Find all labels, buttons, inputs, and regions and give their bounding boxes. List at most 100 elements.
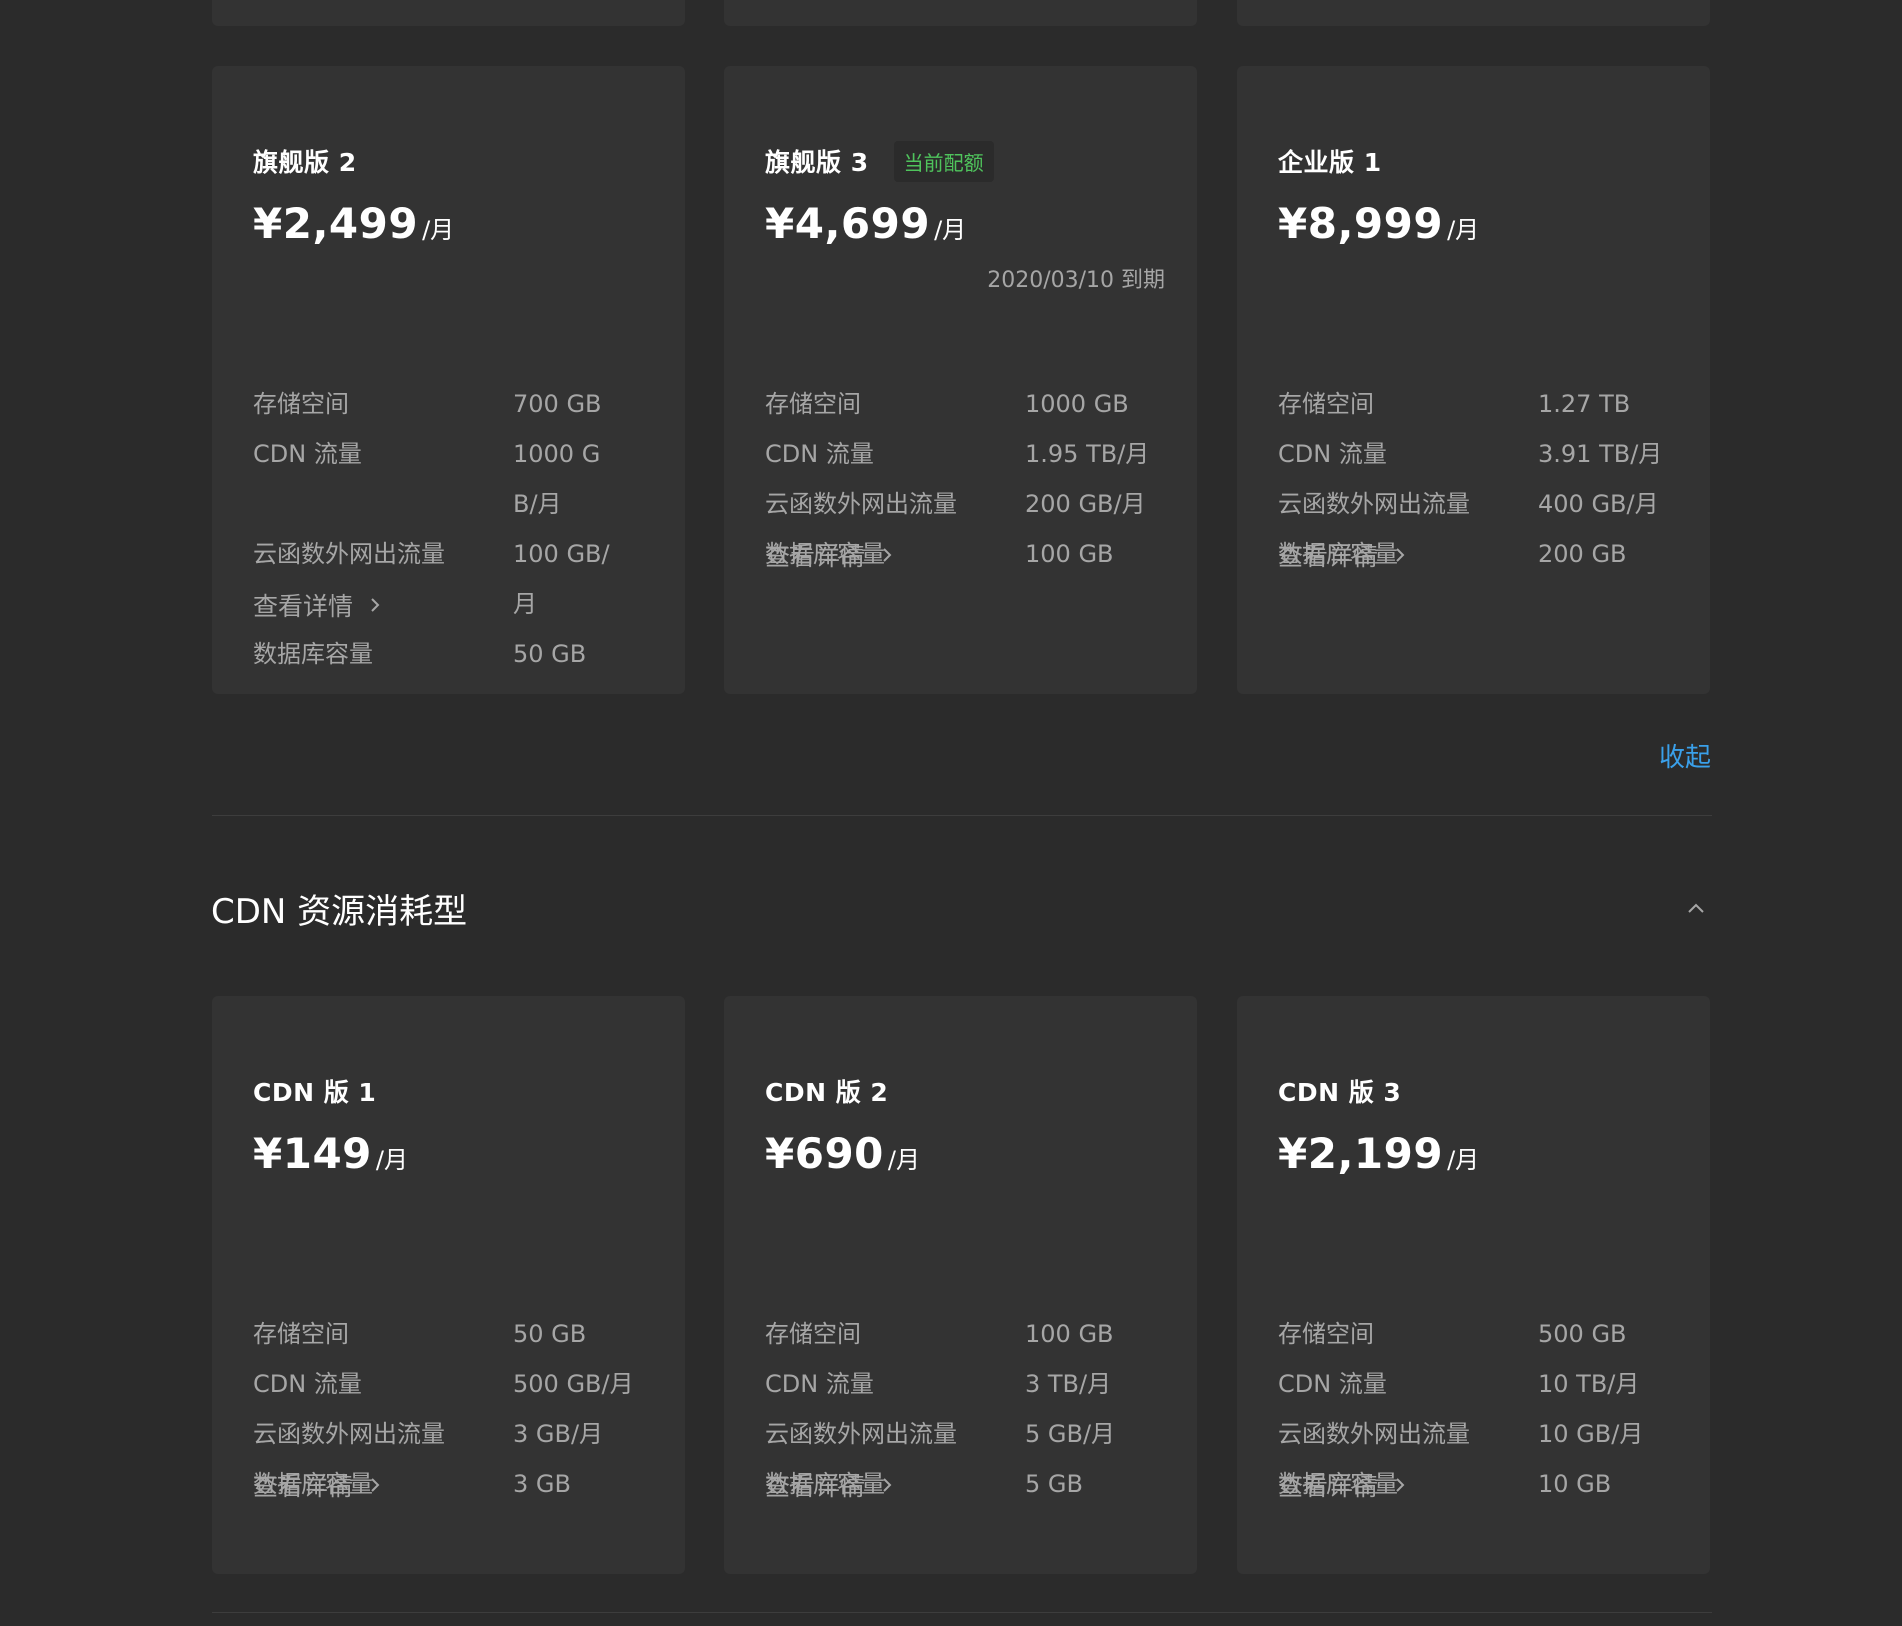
price-unit: /月 <box>934 216 967 244</box>
section-title: CDN 资源消耗型 <box>211 892 468 932</box>
view-details-label: 查看详情 <box>765 1472 866 1501</box>
spec-value: 10 GB <box>1538 1470 1612 1498</box>
price-amount: ¥8,999 <box>1278 199 1444 248</box>
spec-label: 云函数外网出流量 <box>1278 490 1470 518</box>
view-details-link[interactable]: 查看详情 <box>1278 1467 1408 1503</box>
spec-row-egress: 云函数外网出流量 400 GB/月 <box>1278 479 1678 529</box>
plan-price: ¥2,499 /月 <box>253 199 454 248</box>
spec-label: 云函数外网出流量 <box>765 1420 957 1448</box>
price-unit: /月 <box>1447 216 1480 244</box>
spec-label: CDN 流量 <box>253 1370 362 1398</box>
spec-value: 1000 GB <box>1025 390 1129 418</box>
plan-card-header: 企业版 1 <box>1278 141 1382 181</box>
previous-card-3 <box>1237 0 1710 26</box>
chevron-right-icon <box>371 598 380 612</box>
price-amount: ¥149 <box>253 1129 372 1178</box>
plan-card-flagship-2[interactable]: 旗舰版 2 ¥2,499 /月 存储空间 700 GB CDN 流量 1000 … <box>212 66 685 694</box>
spec-label: 存储空间 <box>765 1320 861 1348</box>
expiry-date: 2020/03/10 到期 <box>987 268 1165 293</box>
plan-card-flagship-3[interactable]: 旗舰版 3 当前配额 ¥4,699 /月 2020/03/10 到期 存储空间 … <box>724 66 1197 694</box>
plan-title: CDN 版 1 <box>253 1078 377 1107</box>
spec-value: 3 GB/月 <box>513 1420 604 1448</box>
section-divider <box>212 815 1712 816</box>
plan-card-enterprise-1[interactable]: 企业版 1 ¥8,999 /月 存储空间 1.27 TB CDN 流量 3.91… <box>1237 66 1710 694</box>
plan-card-header: 旗舰版 2 <box>253 141 357 181</box>
plan-card-cdn-2[interactable]: CDN 版 2 ¥690 /月 存储空间 100 GB CDN 流量 3 TB/… <box>724 996 1197 1574</box>
spec-label: 存储空间 <box>253 1320 349 1348</box>
chevron-right-icon <box>1396 548 1405 562</box>
spec-value: 200 GB <box>1538 540 1627 568</box>
view-details-label: 查看详情 <box>1278 1472 1379 1501</box>
view-details-label: 查看详情 <box>253 1472 354 1501</box>
spec-value: 1.95 TB/月 <box>1025 440 1150 468</box>
spec-value: 3 TB/月 <box>1025 1370 1112 1398</box>
spec-value: 100 GB <box>1025 1320 1114 1348</box>
plan-title: 旗舰版 3 <box>765 148 869 177</box>
plan-card-cdn-3[interactable]: CDN 版 3 ¥2,199 /月 存储空间 500 GB CDN 流量 10 … <box>1237 996 1710 1574</box>
chevron-right-icon <box>1396 1478 1405 1492</box>
spec-value: 50 GB <box>513 640 587 668</box>
spec-row-cdn: CDN 流量 1000 GB/月 <box>253 429 653 529</box>
spec-label: CDN 流量 <box>765 440 874 468</box>
plan-title: 企业版 1 <box>1278 148 1382 177</box>
chevron-right-icon <box>371 1478 380 1492</box>
spec-value: 10 GB/月 <box>1538 1420 1644 1448</box>
spec-value: 1.27 TB <box>1538 390 1631 418</box>
plan-title: 旗舰版 2 <box>253 148 357 177</box>
spec-value: 1000 GB/月 <box>513 440 601 518</box>
spec-value: 10 TB/月 <box>1538 1370 1640 1398</box>
spec-row-cdn: CDN 流量 500 GB/月 <box>253 1359 653 1409</box>
plan-title: CDN 版 3 <box>1278 1078 1402 1107</box>
plan-card-cdn-1[interactable]: CDN 版 1 ¥149 /月 存储空间 50 GB CDN 流量 500 GB… <box>212 996 685 1574</box>
view-details-label: 查看详情 <box>253 592 354 621</box>
spec-value: 5 GB <box>1025 1470 1083 1498</box>
collapse-link[interactable]: 收起 <box>1659 737 1711 774</box>
plan-price: ¥149 /月 <box>253 1129 408 1178</box>
section-divider <box>212 1612 1712 1613</box>
chevron-right-icon <box>883 548 892 562</box>
spec-row-egress: 云函数外网出流量 10 GB/月 <box>1278 1409 1678 1459</box>
current-plan-badge: 当前配额 <box>893 140 994 182</box>
spec-label: 云函数外网出流量 <box>1278 1420 1470 1448</box>
spec-row-cdn: CDN 流量 3.91 TB/月 <box>1278 429 1678 479</box>
spec-row-storage: 存储空间 100 GB <box>765 1309 1165 1359</box>
spec-label: 云函数外网出流量 <box>253 1420 445 1448</box>
spec-row-storage: 存储空间 1.27 TB <box>1278 379 1678 429</box>
view-details-label: 查看详情 <box>1278 542 1379 571</box>
plan-card-header: CDN 版 1 <box>253 1071 376 1111</box>
plan-price: ¥2,199 /月 <box>1278 1129 1479 1178</box>
plan-price: ¥690 /月 <box>765 1129 920 1178</box>
spec-value: 3 GB <box>513 1470 571 1498</box>
chevron-up-icon[interactable] <box>1683 895 1709 921</box>
view-details-link[interactable]: 查看详情 <box>1278 537 1408 573</box>
spec-value: 200 GB/月 <box>1025 490 1146 518</box>
spec-value: 100 GB/月 <box>513 540 610 618</box>
spec-row-storage: 存储空间 50 GB <box>253 1309 653 1359</box>
view-details-link[interactable]: 查看详情 <box>253 1467 383 1503</box>
spec-value: 100 GB <box>1025 540 1114 568</box>
view-details-label: 查看详情 <box>765 542 866 571</box>
price-unit: /月 <box>1447 1146 1480 1174</box>
price-amount: ¥2,499 <box>253 199 419 248</box>
price-amount: ¥690 <box>765 1129 884 1178</box>
spec-label: CDN 流量 <box>253 440 362 468</box>
spec-row-cdn: CDN 流量 10 TB/月 <box>1278 1359 1678 1409</box>
spec-label: CDN 流量 <box>1278 440 1387 468</box>
view-details-link[interactable]: 查看详情 <box>253 587 383 623</box>
plan-price: ¥4,699 /月 <box>765 199 966 248</box>
spec-label: 存储空间 <box>1278 390 1374 418</box>
spec-row-db: 数据库容量 50 GB <box>253 629 653 679</box>
spec-row-egress: 云函数外网出流量 3 GB/月 <box>253 1409 653 1459</box>
view-details-link[interactable]: 查看详情 <box>765 1467 895 1503</box>
plan-price: ¥8,999 /月 <box>1278 199 1479 248</box>
spec-row-cdn: CDN 流量 3 TB/月 <box>765 1359 1165 1409</box>
price-amount: ¥4,699 <box>765 199 931 248</box>
price-unit: /月 <box>422 216 455 244</box>
spec-label: 存储空间 <box>765 390 861 418</box>
spec-label: 数据库容量 <box>253 640 373 668</box>
previous-card-2 <box>724 0 1197 26</box>
chevron-right-icon <box>883 1478 892 1492</box>
view-details-link[interactable]: 查看详情 <box>765 537 895 573</box>
plan-card-header: CDN 版 3 <box>1278 1071 1401 1111</box>
spec-label: 存储空间 <box>253 390 349 418</box>
